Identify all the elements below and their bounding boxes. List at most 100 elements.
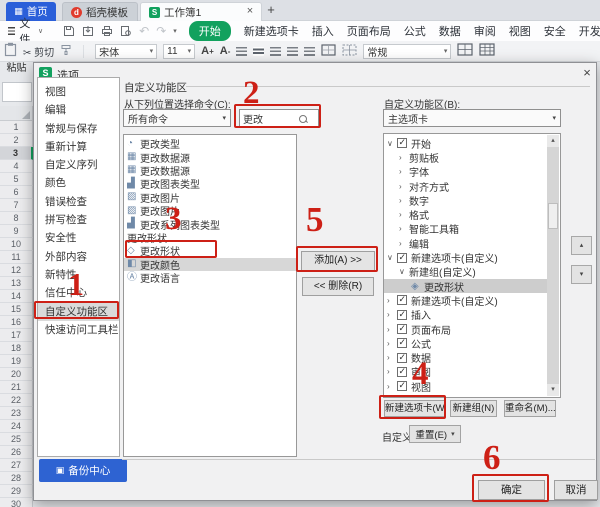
docer-templates-tab[interactable]: d 稻壳模板 (62, 2, 138, 21)
expand-chevron-icon[interactable]: ∨ (399, 267, 409, 276)
row-header[interactable]: 21 (0, 381, 33, 394)
ribbon-tree-item[interactable]: ∨ ✓ 新建选项卡(自定义) (384, 250, 548, 264)
merge-cells-icon[interactable] (321, 44, 336, 59)
command-search-input[interactable] (240, 113, 298, 124)
options-sidebar-item[interactable]: 快速访问工具栏 (38, 321, 119, 339)
expand-chevron-icon[interactable]: › (387, 310, 397, 319)
conditional-format-icon[interactable] (457, 43, 473, 59)
expand-chevron-icon[interactable]: › (399, 167, 409, 176)
row-header[interactable]: 30 (0, 498, 33, 507)
increase-indent-icon[interactable] (304, 47, 315, 56)
select-all-corner[interactable] (0, 106, 33, 121)
expand-chevron-icon[interactable]: › (387, 353, 397, 362)
row-header[interactable]: 12 (0, 264, 33, 277)
name-box[interactable] (2, 82, 32, 102)
expand-chevron-icon[interactable]: › (399, 153, 409, 162)
remove-command-button[interactable]: << 删除(R) (302, 277, 374, 296)
expand-chevron-icon[interactable]: › (387, 382, 397, 391)
row-header[interactable]: 16 (0, 316, 33, 329)
format-painter-icon[interactable] (60, 44, 72, 59)
row-header[interactable]: 18 (0, 342, 33, 355)
ribbon-tab[interactable]: 视图 (509, 23, 531, 39)
borders-icon[interactable] (342, 44, 357, 59)
ribbon-tree-item[interactable]: › 字体 (384, 165, 548, 179)
command-item[interactable]: ▟ 更改图表类型 (124, 177, 296, 190)
row-header[interactable]: 8 (0, 212, 33, 225)
ribbon-tab[interactable]: 开始 (189, 21, 231, 41)
row-header[interactable]: 6 (0, 186, 33, 199)
ribbon-tree-item[interactable]: ∨ ✓ 开始 (384, 136, 548, 150)
expand-chevron-icon[interactable]: › (399, 182, 409, 191)
row-header[interactable]: 11 (0, 251, 33, 264)
ribbon-tree-item[interactable]: › 编辑 (384, 236, 548, 250)
undo-icon[interactable]: ↶ (139, 25, 149, 37)
command-item[interactable]: ▨ 更改图片 (124, 191, 296, 204)
checkbox[interactable]: ✓ (397, 338, 407, 348)
options-sidebar-item[interactable]: 错误检查 (38, 193, 119, 211)
row-header[interactable]: 5 (0, 173, 33, 186)
expand-chevron-icon[interactable]: › (387, 396, 397, 398)
ribbon-tab[interactable]: 插入 (312, 23, 334, 39)
ribbon-tree-item[interactable]: › 剪贴板 (384, 150, 548, 164)
toolbar-options-chevron-icon[interactable]: ▾ (173, 27, 177, 35)
expand-chevron-icon[interactable]: › (387, 325, 397, 334)
new-group-button[interactable]: 新建组(N) (450, 400, 497, 417)
row-header[interactable]: 3 (0, 147, 33, 160)
command-item[interactable]: ◇ 更改形状 (124, 244, 296, 257)
command-item[interactable]: ▦ 更改数据源 (124, 150, 296, 163)
options-sidebar-item[interactable]: 重新计算 (38, 138, 119, 156)
options-sidebar-item[interactable]: 拼写检查 (38, 211, 119, 229)
checkbox[interactable]: ✓ (397, 253, 407, 263)
ribbon-tree-item[interactable]: ∨ 新建组(自定义) (384, 265, 548, 279)
options-sidebar-item[interactable]: 颜色 (38, 174, 119, 192)
row-header[interactable]: 4 (0, 160, 33, 173)
options-sidebar-item[interactable]: 常规与保存 (38, 120, 119, 138)
paste-button[interactable]: 粘贴 (0, 62, 33, 78)
ribbon-tree-item[interactable]: › 格式 (384, 207, 548, 221)
options-sidebar-item[interactable]: 自定义功能区 (38, 303, 119, 321)
ribbon-tree-item[interactable]: › ✓ 安全 (384, 393, 548, 398)
command-item[interactable]: ◧ 更改颜色 (124, 258, 296, 271)
command-item[interactable]: 更改形状 (124, 231, 296, 244)
decrease-indent-icon[interactable] (287, 47, 298, 56)
move-down-button[interactable]: ▾ (571, 265, 592, 284)
search-icon[interactable] (298, 114, 308, 124)
checkbox[interactable]: ✓ (397, 367, 407, 377)
options-sidebar-item[interactable]: 安全性 (38, 229, 119, 247)
options-sidebar-item[interactable]: 编辑 (38, 101, 119, 119)
ribbon-tree-item[interactable]: › ✓ 视图 (384, 379, 548, 393)
increase-font-icon[interactable]: A+ (201, 45, 214, 57)
ribbon-tab[interactable]: 开发工具 (579, 23, 600, 39)
backup-center-button[interactable]: ▣ 备份中心 (39, 459, 127, 482)
row-header[interactable]: 9 (0, 225, 33, 238)
new-tab-button[interactable]: 新建选项卡(W) (384, 400, 445, 417)
ribbon-tree-item[interactable]: › ✓ 页面布局 (384, 322, 548, 336)
ribbon-tab[interactable]: 页面布局 (347, 23, 391, 39)
row-header[interactable]: 27 (0, 459, 33, 472)
command-search-box[interactable] (239, 109, 319, 128)
dialog-close-icon[interactable]: × (579, 65, 595, 81)
ribbon-tab[interactable]: 安全 (544, 23, 566, 39)
ribbon-tree-item[interactable]: › ✓ 公式 (384, 336, 548, 350)
expand-chevron-icon[interactable]: › (399, 239, 409, 248)
expand-chevron-icon[interactable]: ∨ (387, 253, 397, 262)
checkbox[interactable]: ✓ (397, 324, 407, 334)
number-format-select[interactable]: 常规▾ (363, 44, 451, 59)
close-tab-icon[interactable]: × (243, 4, 257, 18)
row-header[interactable]: 1 (0, 121, 33, 134)
checkbox[interactable]: ✓ (397, 295, 407, 305)
checkbox[interactable]: ✓ (397, 138, 407, 148)
options-sidebar-item[interactable]: 新特性 (38, 266, 119, 284)
ribbon-tab[interactable]: 数据 (439, 23, 461, 39)
redo-icon[interactable]: ↷ (156, 25, 166, 37)
print-preview-icon[interactable] (120, 25, 132, 37)
expand-chevron-icon[interactable]: ∨ (387, 139, 397, 148)
expand-chevron-icon[interactable]: › (387, 367, 397, 376)
expand-chevron-icon[interactable]: › (399, 224, 409, 233)
expand-chevron-icon[interactable]: › (387, 296, 397, 305)
new-tab-icon[interactable]: + (263, 2, 279, 18)
ribbon-tree-item[interactable]: › 数字 (384, 193, 548, 207)
options-sidebar-item[interactable]: 信任中心 (38, 284, 119, 302)
reset-button[interactable]: 重置(E) ▾ (409, 425, 461, 443)
ribbon-tree-item[interactable]: ◈ 更改形状 (384, 279, 548, 293)
